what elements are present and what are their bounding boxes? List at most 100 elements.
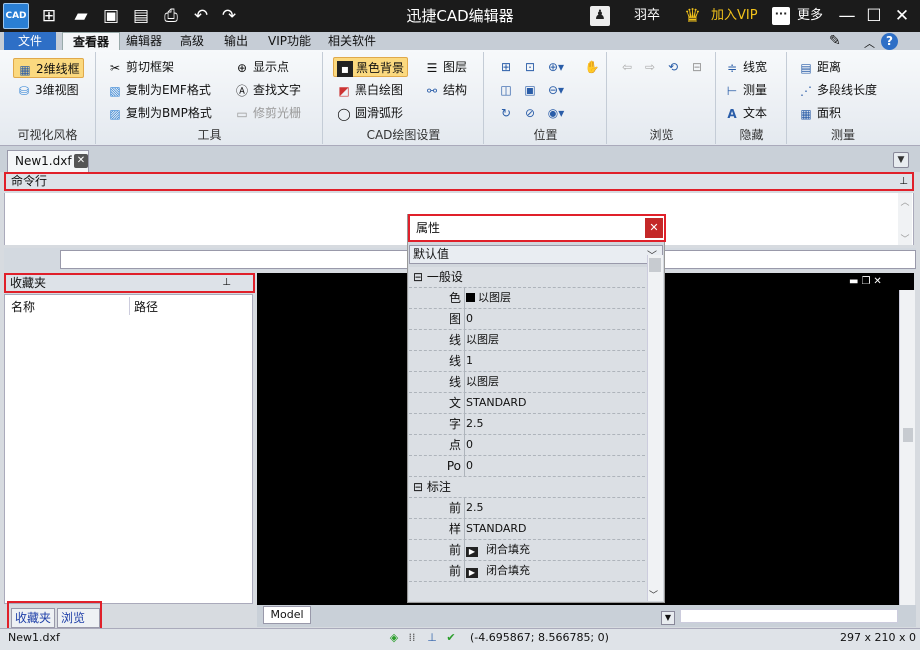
tab-editor[interactable]: 编辑器	[116, 32, 172, 50]
zoom-out-icon[interactable]: ⊖▾	[547, 81, 565, 99]
properties-object-select[interactable]: 默认值	[409, 245, 663, 264]
property-row[interactable]: 图0	[409, 309, 645, 330]
collapse-ribbon-icon[interactable]: ︿	[864, 35, 875, 51]
clip-frame-button[interactable]: ✂ 剪切框架	[107, 57, 174, 77]
zoom-in-icon[interactable]: ⊕▾	[547, 58, 565, 76]
column-path[interactable]: 路径	[134, 298, 158, 315]
tab-viewer[interactable]: 查看器	[62, 32, 121, 50]
property-row[interactable]: 点0	[409, 435, 645, 456]
browse-refresh-icon[interactable]: ⟲	[664, 58, 682, 76]
properties-close-icon[interactable]: ✕	[645, 218, 663, 238]
pan-hand-icon[interactable]: ✋	[583, 58, 601, 76]
canvas-vertical-scrollbar[interactable]	[899, 290, 915, 608]
property-row[interactable]: 线以图层	[409, 372, 645, 393]
join-vip-button[interactable]: 加入VIP	[711, 0, 758, 32]
property-row[interactable]: 文 STANDARD	[409, 393, 645, 414]
property-row[interactable]: Po 0	[409, 456, 645, 477]
ortho-icon[interactable]: ⊥	[425, 631, 439, 645]
text-toggle-button[interactable]: A 文本	[724, 103, 767, 123]
tab-advanced[interactable]: 高级	[170, 32, 214, 50]
orbit-icon[interactable]: ◉▾	[547, 104, 565, 122]
find-text-button[interactable]: Ⓐ 查找文字	[234, 80, 301, 100]
canvas-window-controls[interactable]: ▬❐✕	[849, 276, 885, 287]
black-background-button[interactable]: ▪ 黑色背景	[333, 57, 409, 77]
close-tab-icon[interactable]: ✕	[74, 154, 88, 168]
edit-check-icon[interactable]: ✔	[444, 631, 458, 645]
open-folder-icon[interactable]: ▰	[70, 5, 92, 27]
layout-dropdown-icon[interactable]: ▼	[661, 611, 675, 625]
tab-browser[interactable]: 浏览器	[57, 608, 100, 643]
tab-favorites[interactable]: 收藏夹	[11, 608, 56, 628]
canvas-horizontal-scrollbar[interactable]	[680, 609, 898, 623]
scroll-down-icon[interactable]: ﹀	[649, 588, 658, 601]
close-button[interactable]: ✕	[889, 0, 915, 32]
property-row[interactable]: 样 STANDARD	[409, 519, 645, 540]
wireframe-2d-button[interactable]: ▦ 2维线框	[13, 58, 84, 78]
scroll-down-icon[interactable]: ﹀	[898, 232, 912, 245]
layers-button[interactable]: ☰ 图层	[424, 57, 467, 77]
show-points-button[interactable]: ⊕ 显示点	[234, 57, 289, 77]
help-icon[interactable]: ?	[881, 33, 898, 50]
tab-output[interactable]: 输出	[214, 32, 258, 50]
properties-scroll-thumb[interactable]	[649, 258, 661, 272]
zoom-extents-icon[interactable]: ▣	[521, 81, 539, 99]
zoom-window-icon[interactable]: ⊞	[497, 58, 515, 76]
forward-arrow-icon[interactable]: ⇨	[641, 58, 659, 76]
rotate-3d-icon[interactable]: ↻	[497, 104, 515, 122]
zoom-prev-icon[interactable]: ⊘	[521, 104, 539, 122]
user-name[interactable]: 羽卒	[634, 0, 660, 32]
property-row[interactable]: 前 ▶ 闭合填充	[409, 561, 645, 582]
zoom-rect-icon[interactable]: ⊡	[521, 58, 539, 76]
tab-related-software[interactable]: 相关软件	[318, 32, 386, 50]
grid-icon[interactable]: ⁞⁞	[405, 631, 419, 645]
property-row[interactable]: 色 以图层	[409, 288, 645, 309]
fit-view-icon[interactable]: ◫	[497, 81, 515, 99]
new-file-icon[interactable]: ⊞	[38, 5, 60, 27]
bw-draw-button[interactable]: ◩ 黑白绘图	[336, 80, 403, 100]
minimize-button[interactable]: —	[834, 0, 860, 32]
property-row[interactable]: 字 2.5	[409, 414, 645, 435]
tab-vip[interactable]: VIP功能	[258, 32, 321, 50]
document-tab[interactable]: New1.dxf ✕	[7, 150, 89, 172]
property-category[interactable]: ⊟ 标注	[409, 477, 645, 498]
property-row[interactable]: 前 2.5	[409, 498, 645, 519]
tab-model[interactable]: Model	[263, 606, 311, 624]
polyline-length-button[interactable]: ⋰ 多段线长度	[798, 80, 877, 100]
smooth-arc-button[interactable]: ◯ 圆滑弧形	[336, 103, 403, 123]
measure-toggle-button[interactable]: ⊢ 测量	[724, 80, 767, 100]
area-button[interactable]: ▦ 面积	[798, 103, 841, 123]
structure-button[interactable]: ⚯ 结构	[424, 80, 467, 100]
browse-stop-icon[interactable]: ⊟	[688, 58, 706, 76]
pin-icon[interactable]: ⊥	[899, 174, 908, 189]
tab-list-dropdown-icon[interactable]: ▼	[893, 152, 909, 168]
maximize-button[interactable]: ☐	[861, 0, 887, 32]
print-icon[interactable]: ⎙	[160, 5, 182, 27]
trim-raster-button[interactable]: ▭ 修剪光栅	[234, 103, 301, 123]
view-3d-button[interactable]: ⛁ 3维视图	[16, 80, 79, 100]
snap-icon[interactable]: ◈	[387, 631, 401, 645]
column-name[interactable]: 名称	[11, 298, 35, 315]
user-avatar-icon[interactable]: ♟	[590, 6, 610, 26]
distance-button[interactable]: ▤ 距离	[798, 57, 841, 77]
property-row[interactable]: 线以图层	[409, 330, 645, 351]
property-row[interactable]: 线1	[409, 351, 645, 372]
scroll-up-icon[interactable]: ︿	[898, 195, 912, 208]
line-width-button[interactable]: ≑ 线宽	[724, 57, 767, 77]
property-category[interactable]: ⊟ 一般设	[409, 267, 645, 288]
column-divider[interactable]	[129, 297, 130, 315]
redo-icon[interactable]: ↷	[218, 5, 240, 27]
copy-emf-button[interactable]: ▧ 复制为EMF格式	[107, 80, 211, 100]
menu-file[interactable]: 文件	[4, 32, 57, 50]
more-icon[interactable]: ···	[772, 7, 790, 25]
undo-icon[interactable]: ↶	[190, 5, 212, 27]
properties-scrollbar[interactable]	[647, 255, 663, 601]
canvas-scroll-thumb[interactable]	[903, 428, 913, 442]
edit-pen-icon[interactable]: ✎	[829, 33, 841, 49]
copy-bmp-button[interactable]: ▨ 复制为BMP格式	[107, 103, 212, 123]
favorites-pin-icon[interactable]: ⊥	[222, 275, 231, 291]
save-as-icon[interactable]: ▤	[130, 5, 152, 27]
more-button[interactable]: 更多	[797, 0, 823, 32]
save-icon[interactable]: ▣	[100, 5, 122, 27]
command-scrollbar[interactable]: ︿ ﹀	[898, 193, 912, 245]
property-row[interactable]: 前 ▶ 闭合填充	[409, 540, 645, 561]
